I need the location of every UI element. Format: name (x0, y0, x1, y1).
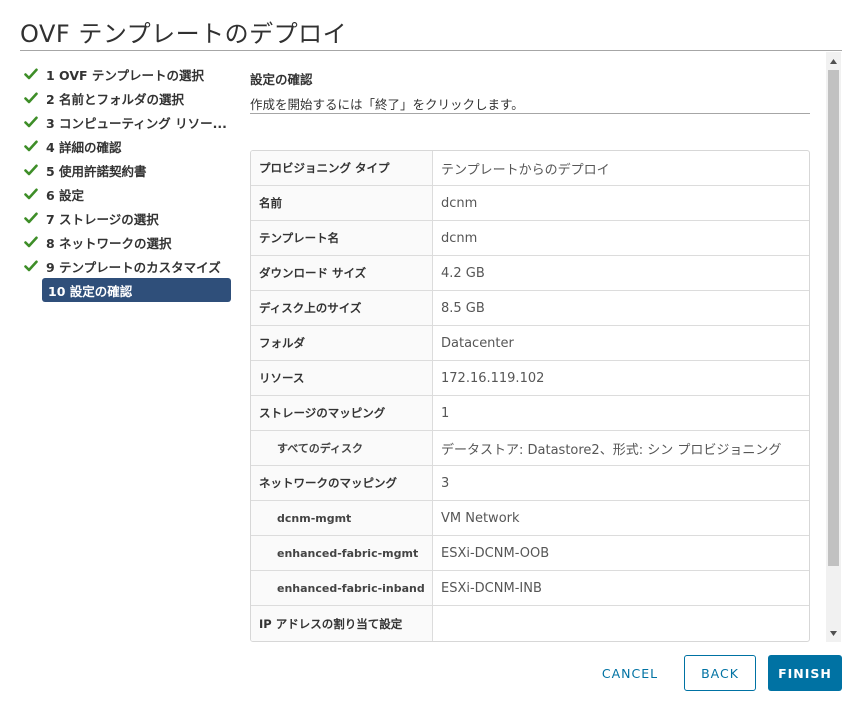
step-label: 9 テンプレートのカスタマイズ (46, 259, 221, 275)
finish-button[interactable]: FINISH (768, 655, 842, 691)
table-row: dcnm-mgmt VM Network (251, 501, 809, 536)
step-9[interactable]: 9 テンプレートのカスタマイズ (24, 254, 234, 278)
step-label: 2 名前とフォルダの選択 (46, 91, 185, 107)
row-value: VM Network (441, 510, 520, 526)
step-label: 7 ストレージの選択 (46, 211, 159, 227)
step-label: 8 ネットワークの選択 (46, 235, 172, 251)
row-value: ESXi-DCNM-OOB (441, 545, 550, 561)
row-value: Datacenter (441, 335, 514, 351)
row-label: すべてのディスク (251, 431, 433, 465)
row-value: 3 (441, 475, 450, 491)
table-row: enhanced-fabric-mgmt ESXi-DCNM-OOB (251, 536, 809, 571)
step-label: 5 使用許諾契約書 (46, 163, 147, 179)
back-button[interactable]: BACK (684, 655, 756, 691)
checkmark-icon (24, 138, 42, 154)
row-label: 名前 (251, 186, 433, 220)
step-label: 3 コンピューティング リソー... (46, 115, 227, 131)
step-3[interactable]: 3 コンピューティング リソー... (24, 110, 234, 134)
table-row: enhanced-fabric-inband ESXi-DCNM-INB (251, 571, 809, 606)
row-value: 8.5 GB (441, 300, 485, 316)
row-value: ESXi-DCNM-INB (441, 580, 542, 596)
review-content: 設定の確認 作成を開始するには「終了」をクリックします。 プロビジョニング タイ… (250, 62, 810, 642)
section-subtitle: 作成を開始するには「終了」をクリックします。 (250, 97, 524, 112)
table-row: テンプレート名 dcnm (251, 221, 809, 256)
scroll-thumb[interactable] (828, 70, 839, 566)
row-value: dcnm (441, 230, 478, 246)
table-row: ダウンロード サイズ 4.2 GB (251, 256, 809, 291)
table-row: ネットワークのマッピング 3 (251, 466, 809, 501)
checkmark-icon (24, 186, 42, 202)
checkmark-icon (24, 66, 42, 82)
table-row: 名前 dcnm (251, 186, 809, 221)
row-value: 172.16.119.102 (441, 370, 545, 386)
row-label: enhanced-fabric-inband (251, 571, 433, 605)
row-label: リソース (251, 361, 433, 395)
settings-table: プロビジョニング タイプ テンプレートからのデプロイ 名前 dcnm テンプレー… (250, 150, 810, 642)
row-value: データストア: Datastore2、形式: シン プロビジョニング (441, 442, 782, 458)
checkmark-icon (24, 258, 42, 274)
table-row: IP アドレスの割り当て設定 (251, 606, 809, 641)
step-6[interactable]: 6 設定 (24, 182, 234, 206)
wizard-steps: 1 OVF テンプレートの選択 2 名前とフォルダの選択 3 コンピューティング… (24, 62, 234, 302)
row-label: ネットワークのマッピング (251, 466, 433, 500)
checkmark-icon (24, 210, 42, 226)
checkmark-icon (24, 162, 42, 178)
step-4[interactable]: 4 詳細の確認 (24, 134, 234, 158)
dialog-title: OVF テンプレートのデプロイ (20, 20, 348, 48)
step-label: 10 設定の確認 (48, 283, 133, 299)
step-1[interactable]: 1 OVF テンプレートの選択 (24, 62, 234, 86)
row-value: dcnm (441, 195, 478, 211)
row-label: ディスク上のサイズ (251, 291, 433, 325)
title-divider (20, 50, 842, 51)
content-scrollbar[interactable] (826, 52, 841, 642)
row-value (433, 606, 809, 641)
row-label: プロビジョニング タイプ (251, 151, 433, 185)
step-10-active[interactable]: 10 設定の確認 (42, 278, 231, 302)
step-7[interactable]: 7 ストレージの選択 (24, 206, 234, 230)
row-label: ストレージのマッピング (251, 396, 433, 430)
table-row: リソース 172.16.119.102 (251, 361, 809, 396)
arrow-down-icon[interactable] (826, 626, 841, 640)
content-divider (250, 113, 810, 114)
table-row: フォルダ Datacenter (251, 326, 809, 361)
row-label: フォルダ (251, 326, 433, 360)
step-label: 6 設定 (46, 187, 85, 203)
step-5[interactable]: 5 使用許諾契約書 (24, 158, 234, 182)
checkmark-icon (24, 234, 42, 250)
row-value: 1 (441, 405, 450, 421)
section-title: 設定の確認 (250, 72, 313, 87)
table-row: ストレージのマッピング 1 (251, 396, 809, 431)
step-label: 1 OVF テンプレートの選択 (46, 67, 205, 83)
row-label: enhanced-fabric-mgmt (251, 536, 433, 570)
checkmark-icon (24, 114, 42, 130)
row-value: 4.2 GB (441, 265, 485, 281)
row-value: テンプレートからのデプロイ (441, 162, 610, 178)
row-label: ダウンロード サイズ (251, 256, 433, 290)
row-label: テンプレート名 (251, 221, 433, 255)
cancel-button[interactable]: CANCEL (590, 655, 670, 691)
table-row: すべてのディスク データストア: Datastore2、形式: シン プロビジョ… (251, 431, 809, 466)
step-2[interactable]: 2 名前とフォルダの選択 (24, 86, 234, 110)
step-8[interactable]: 8 ネットワークの選択 (24, 230, 234, 254)
table-row: ディスク上のサイズ 8.5 GB (251, 291, 809, 326)
table-row: プロビジョニング タイプ テンプレートからのデプロイ (251, 151, 809, 186)
checkmark-icon (24, 90, 42, 106)
row-label: dcnm-mgmt (251, 501, 433, 535)
step-label: 4 詳細の確認 (46, 139, 122, 155)
arrow-up-icon[interactable] (826, 54, 841, 68)
row-label: IP アドレスの割り当て設定 (251, 606, 433, 641)
